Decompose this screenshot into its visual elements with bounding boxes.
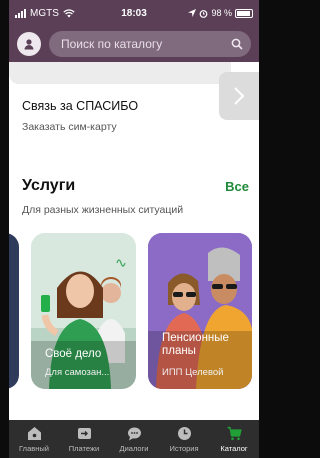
app-header [9,26,259,62]
chevron-right-icon [234,87,245,105]
tab-catalog[interactable]: Каталог [209,426,259,453]
clock-icon [177,427,191,440]
wifi-icon [63,8,75,17]
couple-photo-illustration [148,233,252,389]
promo-title[interactable]: Связь за СПАСИБО [22,99,138,113]
service-card-subtitle: Для самозан... [45,367,110,378]
search-bar[interactable] [49,31,251,57]
home-icon [27,427,41,440]
tab-home[interactable]: Главный [9,426,59,453]
alarm-icon [200,9,208,18]
tab-label: История [169,444,199,453]
tab-label: Каталог [220,444,248,453]
location-icon [188,9,197,17]
bottom-tab-bar: Главный Платежи Диалоги История Каталог [9,420,259,458]
battery-percent: 98 % [211,8,232,18]
woman-photo-illustration [31,233,136,389]
signal-icon [15,8,26,18]
phone-screen: MGTS 18:03 98 % Поиск по каталогу Связь … [9,0,259,458]
promo-subtitle[interactable]: Заказать сим-карту [22,121,117,133]
search-input[interactable] [61,37,231,51]
status-left: MGTS [15,8,188,19]
service-card-subtitle: ИПП Целевой [162,367,224,378]
tab-label: Главный [19,444,49,453]
service-card-own-business[interactable]: Своё дело Для самозан... [31,233,136,389]
profile-button[interactable] [17,32,41,56]
tab-payments[interactable]: Платежи [59,426,109,453]
service-card-title: Пенсионные планы [162,332,229,358]
cart-icon [227,426,242,441]
status-right: 98 % [188,8,253,18]
search-icon[interactable] [231,38,243,50]
service-card-title: Своё дело [45,348,102,360]
transfer-icon [77,428,91,439]
battery-icon [235,8,253,18]
section-subtitle: Для разных жизненных ситуаций [22,204,184,216]
tab-label: Диалоги [119,444,149,453]
user-icon [24,39,34,50]
section-title: Услуги [22,177,76,194]
see-all-link[interactable]: Все [225,179,249,194]
chat-icon [127,427,141,441]
tab-label: Платежи [68,444,100,453]
next-card-button[interactable] [219,72,259,120]
status-bar: MGTS 18:03 98 % [9,0,259,26]
tab-dialogs[interactable]: Диалоги [109,426,159,453]
carrier-name: MGTS [30,7,59,19]
tab-history[interactable]: История [159,426,209,453]
service-card-pension-plans[interactable]: Пенсионные планы ИПП Целевой [148,233,252,389]
service-card-partial[interactable] [9,233,19,389]
previous-card[interactable] [9,62,231,84]
